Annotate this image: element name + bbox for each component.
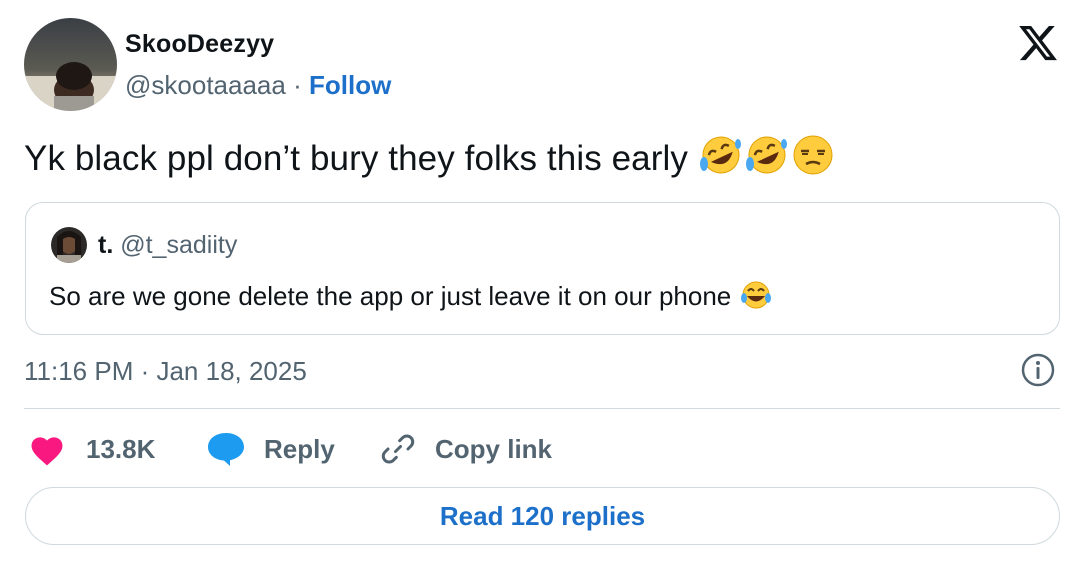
quoted-tweet-text-row: So are we gone delete the app or just le… <box>49 280 773 317</box>
reply-button[interactable]: Reply <box>206 428 335 470</box>
author-handle-row: @skootaaaaa · Follow <box>125 70 391 101</box>
quoted-author-avatar[interactable] <box>51 227 87 263</box>
rolling-on-floor-laughing-emoji-icon <box>698 134 744 185</box>
author-handle[interactable]: @skootaaaaa <box>125 70 286 100</box>
author-avatar-photo <box>24 18 117 111</box>
handle-separator: · <box>293 70 302 100</box>
quoted-tweet-card[interactable]: t. @t_sadiity So are we gone delete the … <box>25 202 1060 335</box>
read-replies-label: Read 120 replies <box>439 500 646 531</box>
face-with-tears-of-joy-emoji-icon <box>739 280 773 317</box>
like-button[interactable]: 13.8K <box>28 428 155 470</box>
reply-label: Reply <box>264 433 335 464</box>
heart-icon <box>31 437 63 466</box>
quoted-author-avatar-photo <box>51 227 87 263</box>
tweet-timestamp[interactable]: 11:16 PM · Jan 18, 2025 <box>24 356 307 387</box>
copy-link-label: Copy link <box>435 433 553 464</box>
like-count: 13.8K <box>86 433 156 464</box>
rolling-on-floor-laughing-emoji-icon <box>744 134 790 185</box>
follow-button[interactable]: Follow <box>309 70 391 100</box>
quoted-tweet-text: So are we gone delete the app or just le… <box>49 281 732 311</box>
copy-link-button[interactable]: Copy link <box>378 428 552 470</box>
author-display-name[interactable]: SkooDeezyy <box>125 30 274 59</box>
link-icon <box>381 434 415 464</box>
read-replies-button[interactable]: Read 120 replies <box>25 487 1060 545</box>
quoted-author-handle: @t_sadiity <box>120 231 238 259</box>
author-avatar[interactable] <box>24 18 117 111</box>
divider <box>24 408 1060 409</box>
speech-bubble-icon <box>208 433 244 466</box>
info-icon[interactable] <box>1020 352 1056 388</box>
quoted-tweet-header: t. @t_sadiity <box>98 231 237 260</box>
tweet-text: Yk black ppl don’t bury they folks this … <box>24 139 688 178</box>
unamused-face-emoji-icon <box>790 134 836 185</box>
quoted-author-display-name: t. <box>98 231 114 259</box>
tweet-text-row: Yk black ppl don’t bury they folks this … <box>24 134 836 185</box>
x-logo-icon[interactable] <box>1016 22 1060 64</box>
